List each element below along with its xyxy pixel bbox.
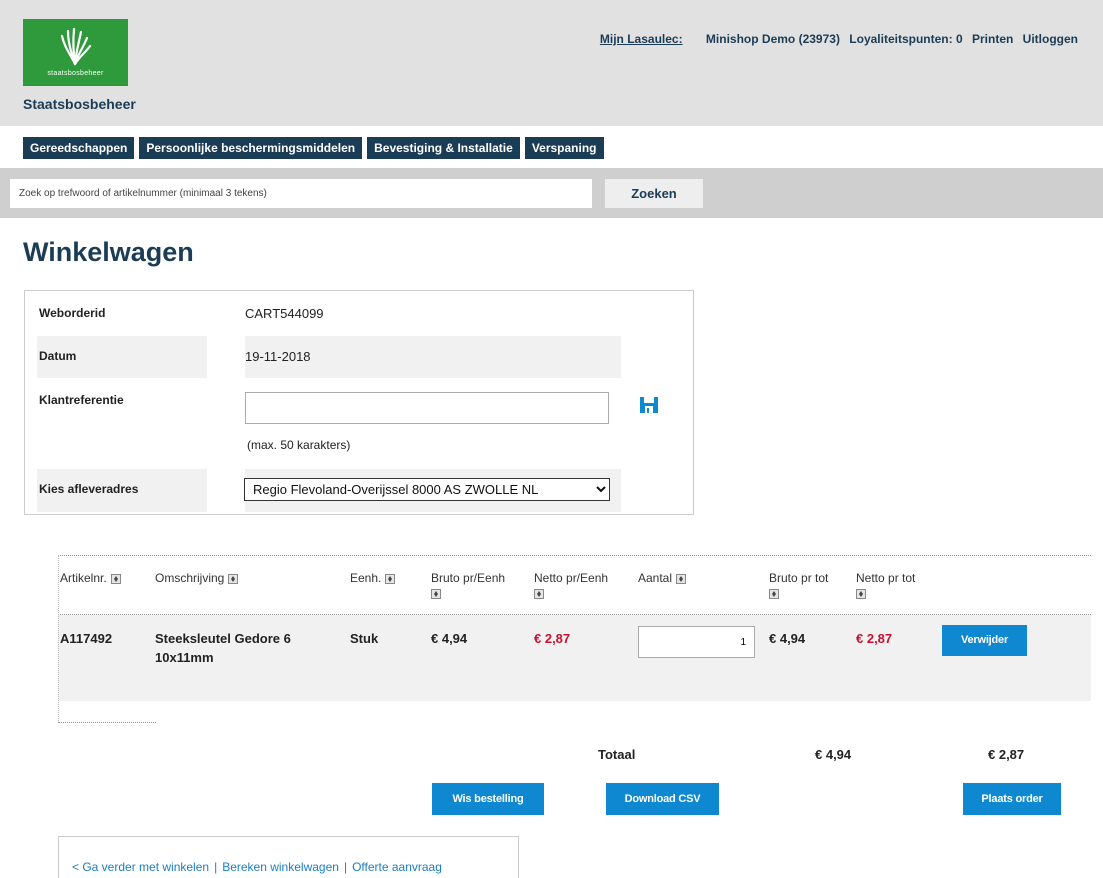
remove-item-button[interactable]: Verwijder [942, 625, 1027, 656]
table-left-border [58, 555, 59, 723]
cell-netto-tot: € 2,87 [856, 631, 893, 646]
datum-value: 19-11-2018 [245, 349, 311, 364]
link-separator: | [343, 860, 348, 874]
col-header-artikelnr[interactable]: Artikelnr. [60, 569, 121, 588]
klantreferentie-label: Klantreferentie [39, 393, 124, 407]
afleveradres-label: Kies afleveradres [39, 482, 139, 496]
staatsbosbeheer-logo[interactable]: staatsbosbeheer [23, 19, 128, 86]
search-input[interactable] [10, 179, 592, 208]
col-header-netto-eenh[interactable]: Netto pr/Eenh [534, 569, 608, 599]
footer-links: < Ga verder met winkelen | Bereken winkelw… [58, 836, 519, 878]
menu-item-verspaning[interactable]: Verspaning [524, 137, 604, 159]
datum-label: Datum [39, 349, 77, 363]
sort-icon[interactable] [769, 589, 779, 599]
col-header-label: Bruto pr/Eenh [431, 571, 506, 585]
omschrijving-line: 10x11mm [155, 650, 214, 665]
sort-icon[interactable] [228, 573, 239, 584]
col-header-label: Bruto pr tot [769, 571, 829, 585]
col-header-label: Netto pr/Eenh [534, 571, 609, 585]
col-header-netto-tot[interactable]: Netto pr tot [856, 569, 915, 599]
col-header-aantal[interactable]: Aantal [638, 569, 687, 588]
cell-artikelnr: A117492 [60, 631, 113, 646]
cart-table: Artikelnr. Omschrijving Eenh. Bruto pr/E… [58, 555, 1091, 723]
order-info-panel: Weborderid CART544099 Datum 19-11-2018 K… [24, 290, 694, 515]
table-bottom-border [58, 722, 156, 723]
col-header-label: Artikelnr. [60, 571, 107, 585]
download-csv-button[interactable]: Download CSV [606, 783, 719, 815]
sort-icon[interactable] [856, 589, 866, 599]
klantreferentie-input[interactable] [245, 392, 609, 424]
cell-eenh: Stuk [350, 631, 379, 646]
sort-icon[interactable] [431, 589, 441, 599]
clear-order-button[interactable]: Wis bestelling [432, 783, 544, 815]
col-header-label: Netto pr tot [856, 571, 916, 585]
col-header-omschrijving[interactable]: Omschrijving [155, 569, 239, 588]
menu-item-gereedschappen[interactable]: Gereedschappen [23, 137, 135, 159]
header-separator [58, 614, 1091, 615]
total-bruto: € 4,94 [815, 747, 852, 762]
organization-name: Staatsbosbeheer [23, 96, 136, 112]
logo-text: staatsbosbeheer [47, 70, 104, 77]
top-navigation: Mijn Lasaulec: Minishop Demo (23973) Loy… [594, 32, 1078, 46]
sort-icon[interactable] [676, 573, 687, 584]
page-title: Winkelwagen [23, 237, 194, 267]
link-separator: | [214, 860, 218, 874]
klantreferentie-hint: (max. 50 karakters) [247, 438, 351, 452]
category-menu: Gereedschappen Persoonlijke beschermings… [23, 137, 604, 159]
cell-netto-eenh: € 2,87 [534, 631, 571, 646]
logout-link[interactable]: Uitloggen [1023, 32, 1078, 46]
calculate-cart-link[interactable]: Bereken winkelwagen [222, 860, 339, 874]
continue-shopping-link[interactable]: < Ga verder met winkelen [72, 860, 209, 874]
print-link[interactable]: Printen [972, 32, 1013, 46]
col-header-label: Eenh. [350, 571, 382, 585]
sort-icon[interactable] [534, 589, 544, 599]
col-header-bruto-tot[interactable]: Bruto pr tot [769, 569, 828, 599]
header: staatsbosbeheer Staatsbosbeheer Mijn Las… [0, 0, 1103, 126]
total-netto: € 2,87 [988, 747, 1025, 762]
col-header-bruto-eenh[interactable]: Bruto pr/Eenh [431, 569, 505, 599]
place-order-button[interactable]: Plaats order [963, 783, 1061, 815]
col-header-eenh[interactable]: Eenh. [350, 569, 396, 588]
menu-item-bevestiging[interactable]: Bevestiging & Installatie [367, 137, 520, 159]
save-icon[interactable] [639, 395, 659, 415]
cell-omschrijving: Steeksleutel Gedore 6 10x11mm [155, 629, 291, 667]
cell-bruto-tot: € 4,94 [769, 631, 806, 646]
weborderid-value: CART544099 [245, 306, 324, 321]
weborderid-row: Weborderid CART544099 [37, 292, 621, 335]
sort-icon[interactable] [110, 573, 121, 584]
quote-request-link[interactable]: Offerte aanvraag [352, 860, 442, 874]
afleveradres-select[interactable]: Regio Flevoland-Overijssel 8000 AS ZWOLL… [244, 478, 610, 501]
omschrijving-line: Steeksleutel Gedore 6 [155, 631, 291, 646]
search-bar: Zoeken [0, 168, 1103, 218]
loyalty-points: Loyaliteitspunten: 0 [849, 32, 963, 46]
col-header-label: Aantal [638, 571, 673, 585]
datum-row: Datum 19-11-2018 [37, 336, 621, 378]
cell-bruto-eenh: € 4,94 [431, 631, 468, 646]
table-top-border [58, 555, 1091, 556]
search-button[interactable]: Zoeken [605, 179, 703, 208]
menu-item-beschermingsmiddelen[interactable]: Persoonlijke beschermingsmiddelen [139, 137, 363, 159]
account-name[interactable]: Minishop Demo (23973) [706, 32, 840, 46]
col-header-label: Omschrijving [155, 571, 225, 585]
total-label: Totaal [598, 747, 636, 762]
sort-icon[interactable] [385, 573, 396, 584]
weborderid-label: Weborderid [39, 306, 106, 320]
tree-leaf-icon [60, 27, 92, 66]
mijn-lasaulec-link[interactable]: Mijn Lasaulec: [600, 32, 683, 46]
quantity-input[interactable] [638, 626, 755, 658]
